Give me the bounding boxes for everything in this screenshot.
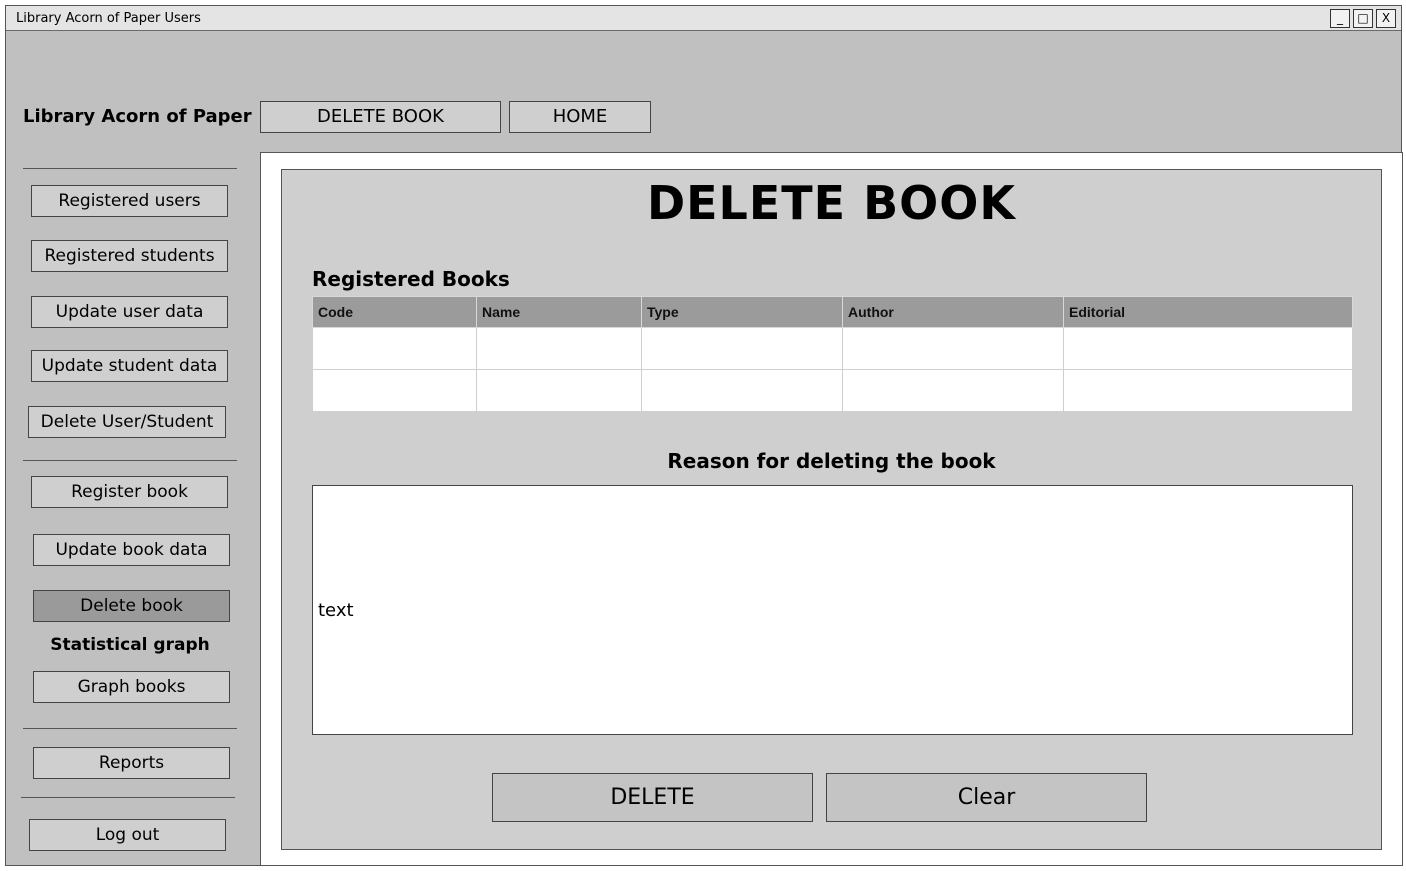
table-cell[interactable] <box>641 327 843 370</box>
clear-button[interactable]: Clear <box>826 773 1147 822</box>
table-row[interactable] <box>312 327 1353 370</box>
table-cell[interactable] <box>842 327 1064 370</box>
app-window: Library Acorn of Paper Users _ □ X Libra… <box>5 5 1403 866</box>
column-header-type[interactable]: Type <box>641 296 843 328</box>
table-row[interactable] <box>312 369 1353 412</box>
sidebar-item-delete-book[interactable]: Delete book <box>33 590 230 622</box>
sidebar-item-update-user-data[interactable]: Update user data <box>31 296 228 328</box>
table-cell[interactable] <box>312 369 477 412</box>
table-cell[interactable] <box>1063 369 1353 412</box>
reason-textarea[interactable]: text <box>312 485 1353 735</box>
sidebar-divider <box>21 797 235 798</box>
sidebar-divider <box>23 460 237 461</box>
table-cell[interactable] <box>641 369 843 412</box>
sidebar-item-update-book-data[interactable]: Update book data <box>33 534 230 566</box>
reason-text-value: text <box>318 600 354 621</box>
nav-delete-book-button[interactable]: DELETE BOOK <box>260 101 501 133</box>
sidebar-section-statistical-graph: Statistical graph <box>50 635 210 655</box>
brand-label: Library Acorn of Paper <box>23 106 252 127</box>
sidebar-item-graph-books[interactable]: Graph books <box>33 671 230 703</box>
window-title: Library Acorn of Paper Users <box>16 11 201 26</box>
sidebar-divider <box>23 168 237 169</box>
sidebar-divider <box>23 728 237 729</box>
column-header-editorial[interactable]: Editorial <box>1063 296 1353 328</box>
column-header-author[interactable]: Author <box>842 296 1064 328</box>
table-cell[interactable] <box>1063 327 1353 370</box>
table-cell[interactable] <box>476 369 642 412</box>
nav-home-button[interactable]: HOME <box>509 101 651 133</box>
registered-books-label: Registered Books <box>312 267 510 291</box>
minimize-icon[interactable]: _ <box>1330 9 1350 28</box>
title-bar: Library Acorn of Paper Users _ □ X <box>6 6 1401 31</box>
table-cell[interactable] <box>476 327 642 370</box>
sidebar-item-log-out[interactable]: Log out <box>29 819 226 851</box>
sidebar-item-update-student-data[interactable]: Update student data <box>31 350 228 382</box>
reason-label: Reason for deleting the book <box>667 449 996 473</box>
column-header-code[interactable]: Code <box>312 296 477 328</box>
maximize-icon[interactable]: □ <box>1353 9 1373 28</box>
sidebar-item-registered-users[interactable]: Registered users <box>31 185 228 217</box>
column-header-name[interactable]: Name <box>476 296 642 328</box>
table-cell[interactable] <box>842 369 1064 412</box>
close-icon[interactable]: X <box>1376 9 1396 28</box>
registered-books-table: Code Name Type Author Editorial <box>312 296 1353 412</box>
table-header-row: Code Name Type Author Editorial <box>312 296 1353 328</box>
sidebar-item-reports[interactable]: Reports <box>33 747 230 779</box>
delete-button[interactable]: DELETE <box>492 773 813 822</box>
table-cell[interactable] <box>312 327 477 370</box>
sidebar-item-delete-user-student[interactable]: Delete User/Student <box>28 406 226 438</box>
page-title: DELETE BOOK <box>646 176 1017 230</box>
sidebar-item-register-book[interactable]: Register book <box>31 476 228 508</box>
sidebar-item-registered-students[interactable]: Registered students <box>31 240 228 272</box>
